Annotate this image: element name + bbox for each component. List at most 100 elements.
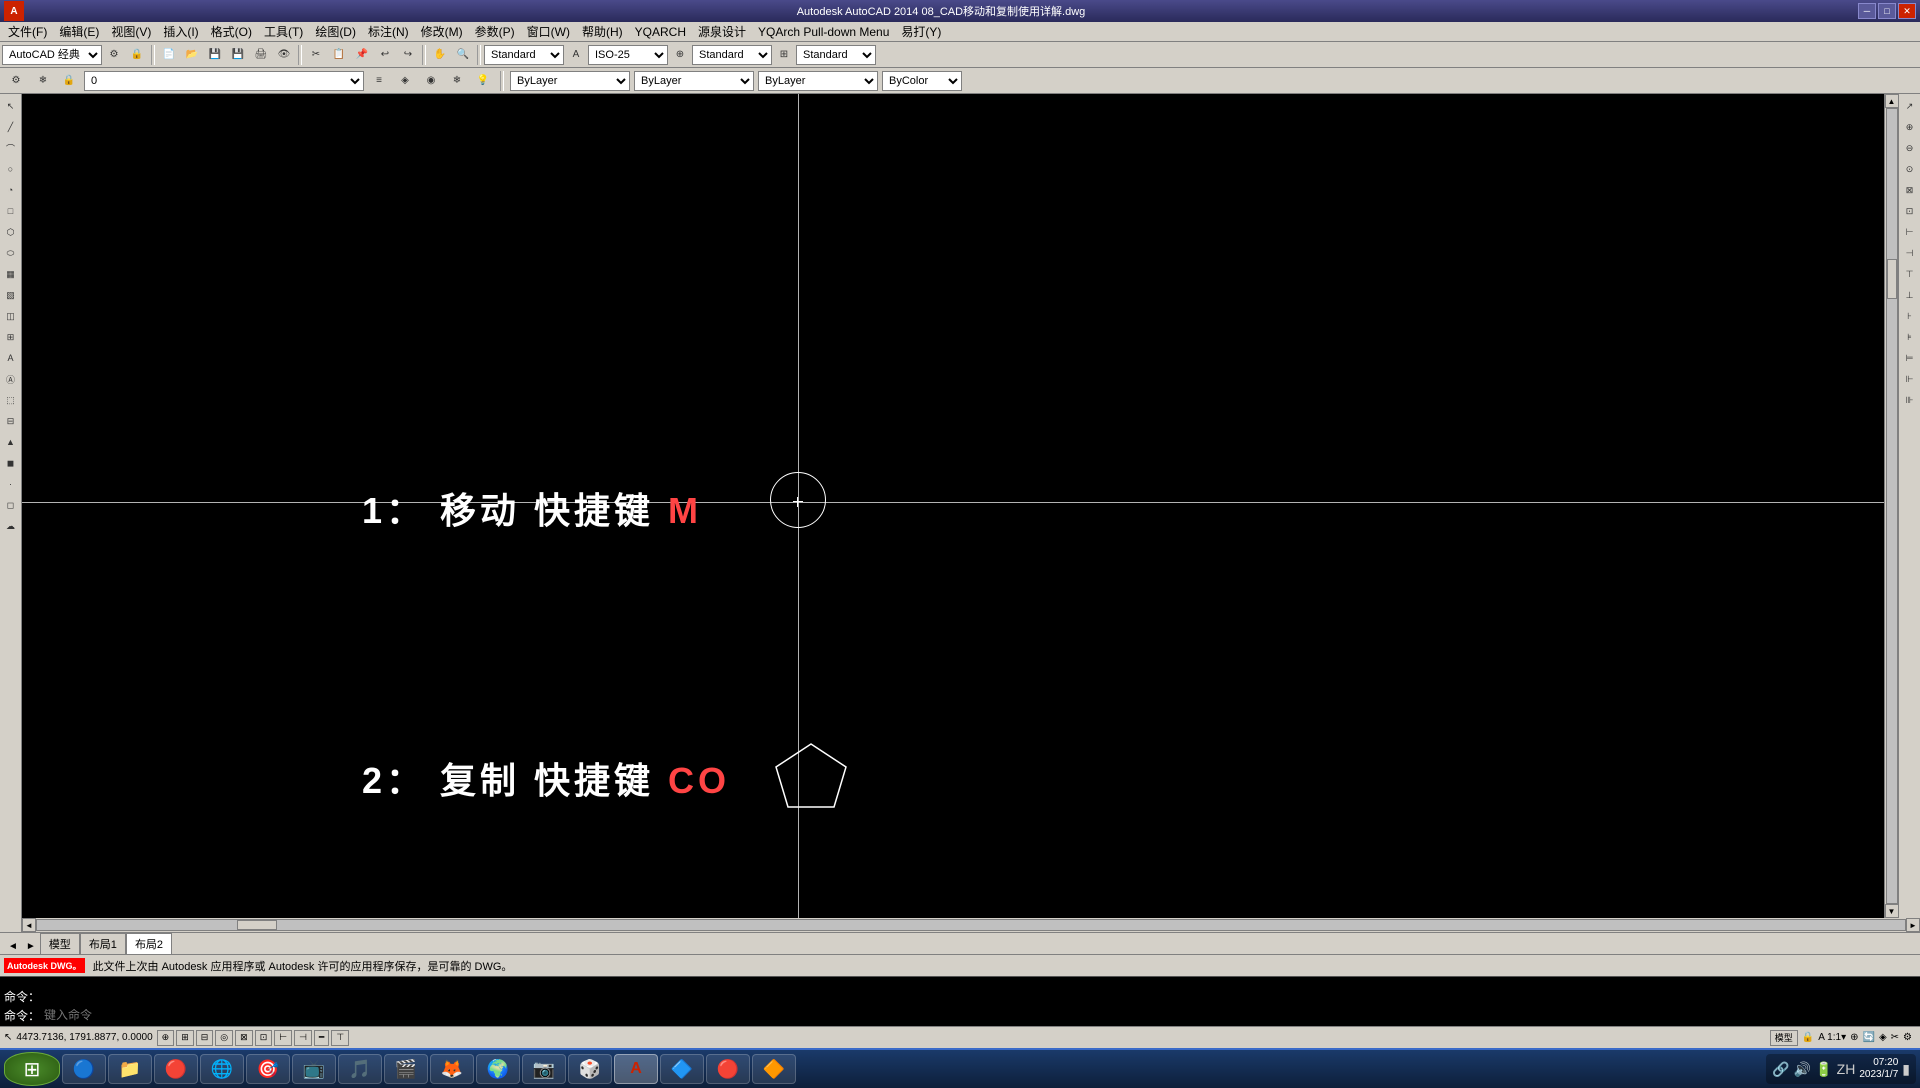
lt-attdef-btn[interactable]: ⊟ xyxy=(1,411,21,431)
lweight-btn[interactable]: ━ xyxy=(314,1030,329,1046)
layer-combo[interactable]: 0 xyxy=(84,71,364,91)
tray-time-display[interactable]: 07:20 2023/1/7 xyxy=(1859,1057,1898,1081)
ortho-btn[interactable]: ⊟ xyxy=(196,1030,214,1046)
plotpreview-btn[interactable]: 👁 xyxy=(273,44,295,66)
open-btn[interactable]: 📂 xyxy=(181,44,203,66)
menu-help[interactable]: 帮助(H) xyxy=(576,22,629,41)
tab-nav-right[interactable]: ► xyxy=(22,939,40,954)
hscroll-right-btn[interactable]: ► xyxy=(1906,918,1920,932)
bylayer-combo3[interactable]: ByLayer xyxy=(758,71,878,91)
vscroll-down-btn[interactable]: ▼ xyxy=(1885,904,1899,918)
rt-btn1[interactable]: ↗ xyxy=(1900,96,1920,116)
lt-revcloud-btn[interactable]: ☁ xyxy=(1,516,21,536)
menu-file[interactable]: 文件(F) xyxy=(2,22,53,41)
maximize-button[interactable]: □ xyxy=(1878,3,1896,19)
rt-btn7[interactable]: ⊢ xyxy=(1900,222,1920,242)
vscroll-thumb[interactable] xyxy=(1887,259,1897,299)
rt-btn10[interactable]: ⊥ xyxy=(1900,285,1920,305)
vscroll-up-btn[interactable]: ▲ xyxy=(1885,94,1899,108)
tab-layout1[interactable]: 布局1 xyxy=(80,933,126,954)
layer-freeze2-btn[interactable]: ❄ xyxy=(446,70,468,92)
snap-btn[interactable]: ⊕ xyxy=(157,1030,175,1046)
plot-btn[interactable]: 🖨 xyxy=(250,44,272,66)
lt-text-btn[interactable]: A xyxy=(1,348,21,368)
standard2-combo[interactable]: Standard xyxy=(692,45,772,65)
vscroll-track[interactable] xyxy=(1886,108,1898,904)
menu-yuanquan[interactable]: 源泉设计 xyxy=(692,22,752,41)
menu-view[interactable]: 视图(V) xyxy=(105,22,157,41)
menu-insert[interactable]: 插入(I) xyxy=(157,22,204,41)
workspace-lock-btn[interactable]: 🔒 xyxy=(126,44,148,66)
menu-params[interactable]: 参数(P) xyxy=(469,22,521,41)
minimize-button[interactable]: ─ xyxy=(1858,3,1876,19)
lt-solid-btn[interactable]: ◼ xyxy=(1,453,21,473)
rt-btn13[interactable]: ⊨ xyxy=(1900,348,1920,368)
hscroll-thumb[interactable] xyxy=(237,920,277,930)
rt-btn5[interactable]: ⊠ xyxy=(1900,180,1920,200)
canvas-area[interactable]: 1： 移动 快捷键 M 2： 复制 快捷键 CO xyxy=(22,94,1884,918)
layer-iso-btn[interactable]: ◈ xyxy=(394,70,416,92)
rt-btn9[interactable]: ⊤ xyxy=(1900,264,1920,284)
cmd-input[interactable] xyxy=(44,1009,1916,1023)
lt-circle-btn[interactable]: ○ xyxy=(1,159,21,179)
pan-btn[interactable]: ✋ xyxy=(429,44,451,66)
lt-point-btn[interactable]: · xyxy=(1,474,21,494)
lt-ellipse-btn[interactable]: ⬭ xyxy=(1,243,21,263)
lt-hatch-btn[interactable]: ▦ xyxy=(1,264,21,284)
menu-yida[interactable]: 易打(Y) xyxy=(895,22,947,41)
lt-face3d-btn[interactable]: ▲ xyxy=(1,432,21,452)
zoom-btn[interactable]: 🔍 xyxy=(452,44,474,66)
cut-btn[interactable]: ✂ xyxy=(305,44,327,66)
lt-polygon-btn[interactable]: ⬡ xyxy=(1,222,21,242)
osnap-btn[interactable]: ⊠ xyxy=(235,1030,253,1046)
tab-nav-left[interactable]: ◄ xyxy=(4,939,22,954)
rt-btn8[interactable]: ⊣ xyxy=(1900,243,1920,263)
tray-volume-icon[interactable]: 🔊 xyxy=(1794,1061,1811,1078)
model-space-btn[interactable]: 模型 xyxy=(1770,1030,1798,1046)
saveas-btn[interactable]: 💾 xyxy=(227,44,249,66)
bycolor-combo[interactable]: ByColor xyxy=(882,71,962,91)
layer-off-btn[interactable]: 💡 xyxy=(472,70,494,92)
rt-btn4[interactable]: ⊙ xyxy=(1900,159,1920,179)
tray-lang-icon[interactable]: ZH xyxy=(1837,1061,1856,1077)
menu-window[interactable]: 窗口(W) xyxy=(521,22,576,41)
hscroll-left-btn[interactable]: ◄ xyxy=(22,918,36,932)
lt-rect-btn[interactable]: □ xyxy=(1,201,21,221)
ducs-btn[interactable]: ⊢ xyxy=(274,1030,292,1046)
lt-region-btn[interactable]: ◫ xyxy=(1,306,21,326)
standard-combo[interactable]: Standard xyxy=(484,45,564,65)
lt-wipeout-btn[interactable]: ◻ xyxy=(1,495,21,515)
rt-btn15[interactable]: ⊪ xyxy=(1900,390,1920,410)
lt-line-btn[interactable]: ╱ xyxy=(1,117,21,137)
hscroll-track[interactable] xyxy=(36,919,1906,931)
text-style-btn[interactable]: A xyxy=(565,44,587,66)
new-btn[interactable]: 📄 xyxy=(158,44,180,66)
layer-unisolate-btn[interactable]: ◉ xyxy=(420,70,442,92)
table-style-btn[interactable]: ⊞ xyxy=(773,44,795,66)
grid-btn[interactable]: ⊞ xyxy=(176,1030,194,1046)
layer-tools-btn[interactable]: ≡ xyxy=(368,70,390,92)
rt-btn3[interactable]: ⊖ xyxy=(1900,138,1920,158)
lt-mtext-btn[interactable]: Ⓐ xyxy=(1,369,21,389)
layer-freeze-btn[interactable]: ❄ xyxy=(32,70,54,92)
save-btn[interactable]: 💾 xyxy=(204,44,226,66)
rt-btn11[interactable]: ⊦ xyxy=(1900,306,1920,326)
workspace-combo[interactable]: AutoCAD 经典 xyxy=(2,45,102,65)
lt-select-btn[interactable]: ↖ xyxy=(1,96,21,116)
menu-yqarch[interactable]: YQARCH xyxy=(629,24,692,40)
rt-btn12[interactable]: ⊧ xyxy=(1900,327,1920,347)
close-button[interactable]: ✕ xyxy=(1898,3,1916,19)
layer-props-btn[interactable]: ⚙ xyxy=(4,70,28,92)
menu-draw[interactable]: 绘图(D) xyxy=(309,22,362,41)
tab-layout2[interactable]: 布局2 xyxy=(126,933,172,954)
dyn-btn[interactable]: ⊣ xyxy=(294,1030,312,1046)
tmodel-btn[interactable]: ⊤ xyxy=(331,1030,349,1046)
menu-edit[interactable]: 编辑(E) xyxy=(53,22,105,41)
paste-btn[interactable]: 📌 xyxy=(351,44,373,66)
tab-model[interactable]: 模型 xyxy=(40,933,80,954)
copy-btn[interactable]: 📋 xyxy=(328,44,350,66)
annotation-combo[interactable]: ISO-25 xyxy=(588,45,668,65)
standard3-combo[interactable]: Standard xyxy=(796,45,876,65)
rt-btn6[interactable]: ⊡ xyxy=(1900,201,1920,221)
redo-btn[interactable]: ↪ xyxy=(397,44,419,66)
